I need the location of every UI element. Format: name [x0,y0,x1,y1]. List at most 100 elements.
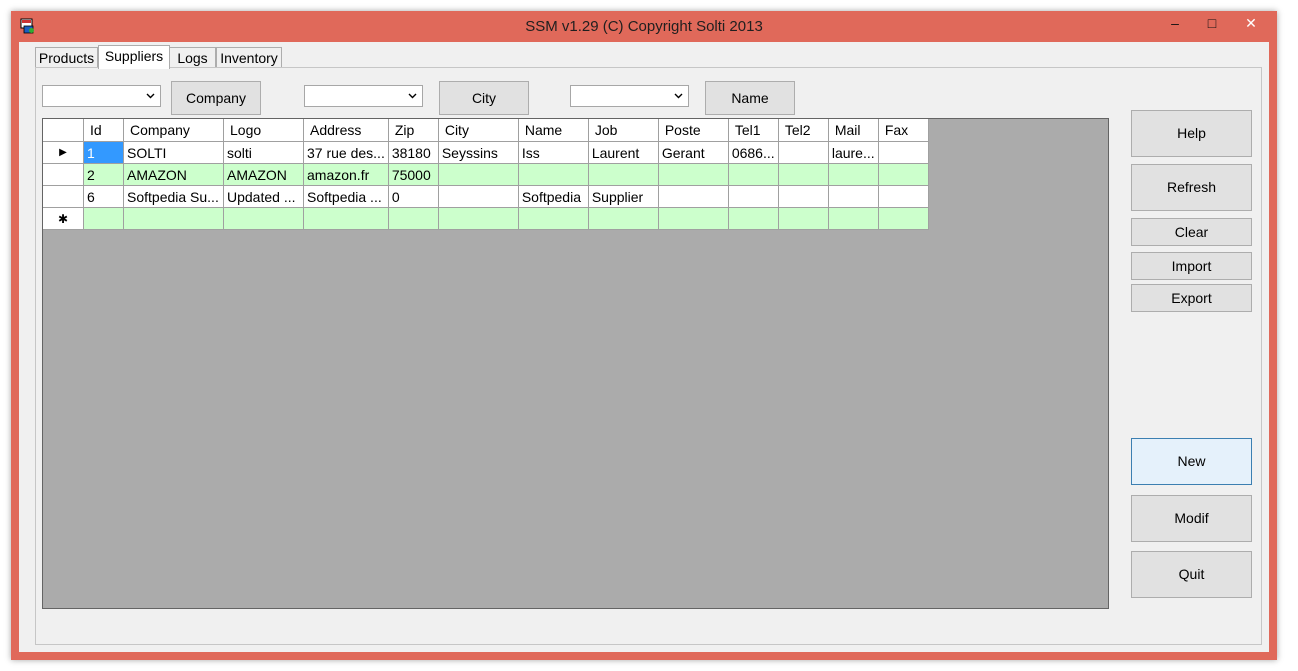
suppliers-grid[interactable]: Id Company Logo Address Zip City Name Jo… [42,118,1109,609]
table-cell[interactable] [123,207,224,230]
table-cell[interactable] [778,141,829,164]
row-header[interactable] [43,163,84,186]
table-cell[interactable]: laure... [828,141,879,164]
current-row-indicator[interactable]: ▶ [43,141,84,164]
column-header-company[interactable]: Company [123,119,224,142]
import-button[interactable]: Import [1131,252,1252,280]
tab-inventory[interactable]: Inventory [216,47,282,68]
chevron-down-icon [408,93,417,99]
help-button[interactable]: Help [1131,110,1252,157]
tab-suppliers[interactable]: Suppliers [98,45,170,69]
new-button[interactable]: New [1131,438,1252,485]
table-cell[interactable] [778,163,829,186]
table-cell[interactable]: 38180 [388,141,439,164]
name-filter-button[interactable]: Name [705,81,795,115]
table-cell[interactable] [83,207,124,230]
table-cell[interactable]: SOLTI [123,141,224,164]
table-cell[interactable] [518,207,589,230]
table-cell[interactable]: 2 [83,163,124,186]
table-cell[interactable]: Softpedia ... [303,185,389,208]
corner-header[interactable] [43,119,84,142]
table-cell[interactable] [588,163,659,186]
table-cell[interactable]: 37 rue des... [303,141,389,164]
table-cell[interactable]: Laurent [588,141,659,164]
table-row[interactable]: ▶ 1 SOLTI solti 37 rue des... 38180 Seys… [43,141,929,164]
table-cell[interactable]: AMAZON [123,163,224,186]
table-cell[interactable] [518,163,589,186]
name-filter-combo[interactable] [570,85,689,107]
close-button[interactable]: ✕ [1229,13,1273,33]
company-filter-button[interactable]: Company [171,81,261,115]
table-cell[interactable]: Seyssins [438,141,519,164]
table-cell[interactable] [728,185,779,208]
table-cell[interactable] [658,207,729,230]
column-header-name[interactable]: Name [518,119,589,142]
header-row: Id Company Logo Address Zip City Name Jo… [43,119,929,142]
table-cell[interactable] [778,207,829,230]
new-row[interactable]: ✱ [43,207,929,230]
table-cell[interactable]: amazon.fr [303,163,389,186]
table-cell[interactable] [878,185,929,208]
column-header-logo[interactable]: Logo [223,119,304,142]
refresh-button[interactable]: Refresh [1131,164,1252,211]
table-cell[interactable]: 0686... [728,141,779,164]
table-row[interactable]: 2 AMAZON AMAZON amazon.fr 75000 [43,163,929,186]
export-button[interactable]: Export [1131,284,1252,312]
company-filter-combo[interactable] [42,85,161,107]
column-header-fax[interactable]: Fax [878,119,929,142]
table-cell[interactable] [878,141,929,164]
column-header-city[interactable]: City [438,119,519,142]
row-header[interactable] [43,185,84,208]
table-cell[interactable]: 0 [388,185,439,208]
table-cell[interactable]: Supplier [588,185,659,208]
new-row-indicator[interactable]: ✱ [43,207,84,230]
column-header-zip[interactable]: Zip [388,119,439,142]
table-cell[interactable] [828,163,879,186]
table-cell[interactable] [728,163,779,186]
table-cell[interactable]: 75000 [388,163,439,186]
tab-logs[interactable]: Logs [169,47,216,68]
column-header-mail[interactable]: Mail [828,119,879,142]
column-header-address[interactable]: Address [303,119,389,142]
column-header-tel1[interactable]: Tel1 [728,119,779,142]
table-cell[interactable] [438,163,519,186]
app-window: SSM v1.29 (C) Copyright Solti 2013 – □ ✕… [11,11,1277,660]
column-header-job[interactable]: Job [588,119,659,142]
table-cell[interactable]: Softpedia [518,185,589,208]
table-cell[interactable] [828,185,879,208]
clear-button[interactable]: Clear [1131,218,1252,246]
title-bar[interactable]: SSM v1.29 (C) Copyright Solti 2013 – □ ✕ [11,11,1277,41]
table-cell[interactable] [658,163,729,186]
minimize-button[interactable]: – [1160,13,1190,33]
quit-button[interactable]: Quit [1131,551,1252,598]
column-header-tel2[interactable]: Tel2 [778,119,829,142]
table-cell[interactable] [728,207,779,230]
column-header-poste[interactable]: Poste [658,119,729,142]
table-cell[interactable] [828,207,879,230]
table-cell[interactable] [878,163,929,186]
table-cell[interactable] [438,185,519,208]
table-cell[interactable]: Softpedia Su... [123,185,224,208]
table-cell[interactable]: 6 [83,185,124,208]
city-filter-combo[interactable] [304,85,423,107]
table-cell[interactable] [223,207,304,230]
table-cell[interactable]: Updated ... [223,185,304,208]
maximize-button[interactable]: □ [1197,13,1227,33]
table-cell[interactable] [388,207,439,230]
table-cell[interactable]: Gerant [658,141,729,164]
table-cell[interactable]: Iss [518,141,589,164]
table-cell[interactable] [303,207,389,230]
table-cell[interactable] [658,185,729,208]
table-cell[interactable] [878,207,929,230]
modif-button[interactable]: Modif [1131,495,1252,542]
tab-products[interactable]: Products [35,47,98,68]
table-cell[interactable] [438,207,519,230]
table-cell[interactable]: solti [223,141,304,164]
table-cell[interactable]: 1 [83,141,124,164]
table-cell[interactable] [588,207,659,230]
table-cell[interactable] [778,185,829,208]
column-header-id[interactable]: Id [83,119,124,142]
table-cell[interactable]: AMAZON [223,163,304,186]
table-row[interactable]: 6 Softpedia Su... Updated ... Softpedia … [43,185,929,208]
city-filter-button[interactable]: City [439,81,529,115]
